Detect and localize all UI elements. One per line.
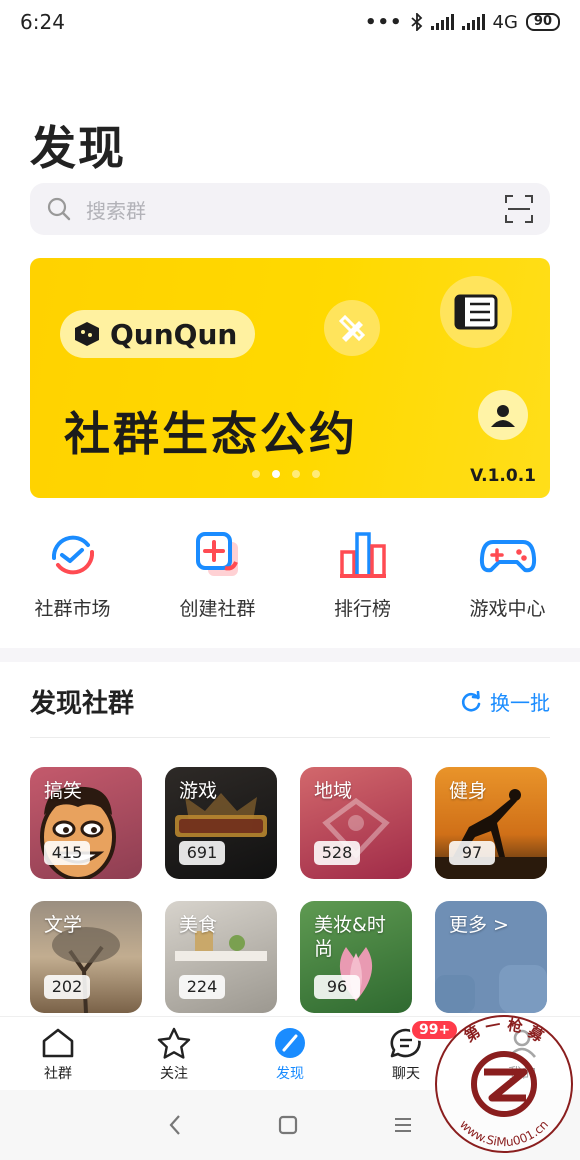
- page-title: 发现: [30, 121, 126, 175]
- bluetooth-icon: [410, 13, 422, 31]
- category-name: 地域: [314, 780, 353, 802]
- category-count: 528: [314, 841, 360, 865]
- status-icons: ••• 4G 90: [365, 12, 560, 33]
- network-type: 4G: [492, 11, 518, 33]
- quick-action-label: 创建社群: [179, 598, 256, 620]
- refresh-label: 换一批: [490, 691, 550, 715]
- carousel-dot[interactable]: [292, 470, 300, 478]
- quick-action-label: 社群市场: [34, 598, 111, 620]
- refresh-button[interactable]: 换一批: [460, 687, 550, 716]
- ranking-icon: [339, 532, 386, 578]
- watermark-seal-icon: 第 一 枪 募 www.SiMu001.cn: [435, 1015, 573, 1153]
- market-icon: [51, 535, 94, 575]
- quick-action-label: 游戏中心: [469, 598, 546, 620]
- category-tile-region[interactable]: 地域 528: [300, 767, 412, 879]
- create-group-icon: [195, 532, 238, 576]
- category-tile-fitness[interactable]: 健身 97: [435, 767, 547, 879]
- category-count: 202: [44, 975, 90, 999]
- carousel-dots: [252, 470, 320, 478]
- home-icon: [42, 1028, 74, 1058]
- category-name: 文学: [44, 914, 83, 936]
- category-name: 美妆&时尚: [314, 914, 386, 960]
- tab-community[interactable]: 社群: [0, 1017, 116, 1090]
- category-name: 健身: [449, 780, 488, 802]
- document-icon: [440, 276, 512, 348]
- search-icon: [47, 197, 71, 221]
- category-tile-literature[interactable]: 文学 202: [30, 901, 142, 1013]
- carousel-dot-active[interactable]: [272, 470, 280, 478]
- tab-label: 社群: [44, 1066, 72, 1082]
- cube-icon: [75, 322, 99, 346]
- category-count: 96: [314, 975, 360, 999]
- promo-banner[interactable]: QunQun 社群生态公约 V.1.0.1: [30, 258, 550, 498]
- quick-action-games[interactable]: 游戏中心: [438, 530, 578, 621]
- category-count: 97: [449, 841, 495, 865]
- refresh-icon: [461, 690, 481, 711]
- signal-icon: [430, 14, 454, 30]
- category-name: 美食: [179, 914, 218, 936]
- category-count: 224: [179, 975, 225, 999]
- category-name: 搞笑: [44, 780, 83, 802]
- more-label: 更多 >: [449, 914, 509, 936]
- category-count: 415: [44, 841, 90, 865]
- tab-label: 关注: [160, 1066, 188, 1082]
- search-input[interactable]: 搜索群: [86, 195, 504, 224]
- carousel-dot[interactable]: [252, 470, 260, 478]
- tab-discover[interactable]: 发现: [232, 1017, 348, 1090]
- category-tile-more[interactable]: 更多 >: [435, 901, 547, 1013]
- section-divider: [0, 648, 580, 662]
- home-square-icon[interactable]: [278, 1115, 298, 1135]
- category-tile-games[interactable]: 游戏 691: [165, 767, 277, 879]
- quick-action-create[interactable]: 创建社群: [148, 530, 288, 621]
- carousel-dot[interactable]: [312, 470, 320, 478]
- banner-version: V.1.0.1: [470, 466, 536, 486]
- user-icon: [478, 390, 528, 440]
- divider-line: [30, 737, 550, 738]
- more-dots-icon: •••: [364, 11, 403, 33]
- category-tile-funny[interactable]: 搞笑 415: [30, 767, 142, 879]
- logo-text: QunQun: [110, 317, 238, 351]
- category-count: 691: [179, 841, 225, 865]
- category-tile-food[interactable]: 美食 224: [165, 901, 277, 1013]
- quick-action-label: 排行榜: [333, 598, 391, 620]
- category-tile-beauty[interactable]: 美妆&时尚 96: [300, 901, 412, 1013]
- qunqun-logo: QunQun: [60, 310, 256, 358]
- menu-icon[interactable]: [393, 1116, 413, 1134]
- quick-actions: 社群市场 创建社群 排行榜 游戏中心: [0, 530, 580, 621]
- search-bar[interactable]: 搜索群: [30, 183, 550, 235]
- star-icon: [157, 1027, 191, 1059]
- back-icon[interactable]: [167, 1114, 183, 1136]
- battery-icon: 90: [525, 13, 560, 31]
- category-name: 游戏: [179, 780, 218, 802]
- tab-label: 发现: [276, 1066, 304, 1082]
- status-bar: 6:24 ••• 4G 90: [0, 0, 580, 44]
- gamepad-icon: [479, 540, 536, 573]
- scan-icon[interactable]: [504, 194, 534, 224]
- banner-headline: 社群生态公约: [64, 407, 358, 461]
- watermark-seal: 第 一 枪 募 www.SiMu001.cn: [432, 1012, 576, 1156]
- pencil-ruler-icon: [324, 300, 380, 356]
- quick-action-market[interactable]: 社群市场: [3, 530, 143, 621]
- signal-icon-2: [461, 14, 485, 30]
- compass-icon: [275, 1028, 305, 1058]
- status-time: 6:24: [20, 10, 65, 34]
- tab-label: 聊天: [392, 1066, 420, 1082]
- tab-follow[interactable]: 关注: [116, 1017, 232, 1090]
- section-title: 发现社群: [30, 689, 135, 719]
- quick-action-ranking[interactable]: 排行榜: [293, 530, 433, 621]
